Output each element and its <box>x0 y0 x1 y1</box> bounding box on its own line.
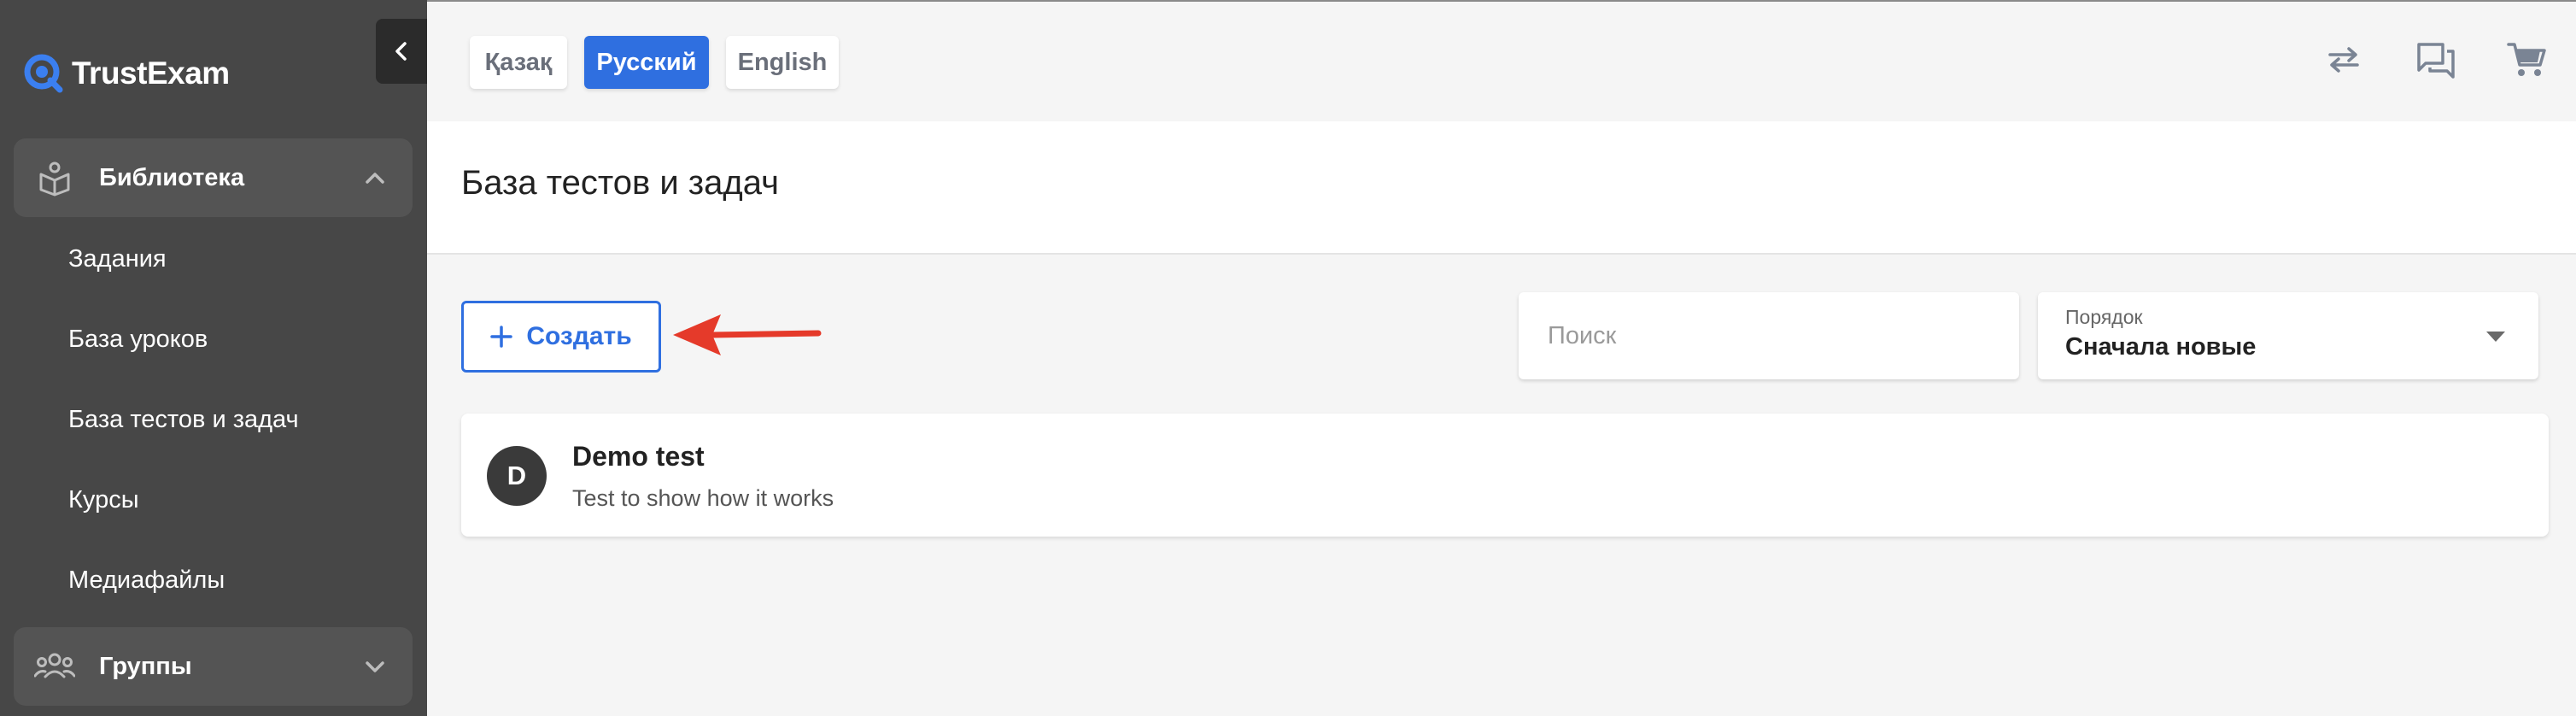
trustexam-logo-icon <box>24 54 63 93</box>
groups-icon <box>34 646 75 687</box>
logo[interactable]: TrustExam <box>24 50 230 97</box>
plus-icon <box>490 326 513 348</box>
logo-text: TrustExam <box>72 56 230 91</box>
cart-icon[interactable] <box>2501 34 2552 85</box>
language-english-button[interactable]: English <box>726 36 839 89</box>
create-button[interactable]: Создать <box>461 301 661 373</box>
sidebar-collapse-button[interactable] <box>376 19 427 84</box>
library-icon <box>34 157 75 198</box>
order-select-value: Сначала новые <box>2065 333 2257 361</box>
list-item[interactable]: D Demo test Test to show how it works <box>461 414 2549 537</box>
sidebar-item-tasks[interactable]: Задания <box>68 242 167 276</box>
sidebar-item-lessons[interactable]: База уроков <box>68 322 208 356</box>
swap-icon[interactable] <box>2318 34 2369 85</box>
search-input[interactable] <box>1519 292 2019 379</box>
sidebar-group-label: Библиотека <box>99 163 245 191</box>
order-select-label: Порядок <box>2065 306 2143 328</box>
dropdown-caret-icon <box>2484 325 2508 349</box>
avatar: D <box>487 446 547 506</box>
page-header: База тестов и задач <box>427 121 2576 255</box>
language-russian-button[interactable]: Русский <box>584 36 709 89</box>
order-select[interactable]: Порядок Сначала новые <box>2038 292 2538 379</box>
page-title: База тестов и задач <box>461 164 779 202</box>
sidebar-group-library[interactable]: Библиотека <box>14 138 413 217</box>
chevron-up-icon <box>358 161 392 195</box>
sidebar-item-courses[interactable]: Курсы <box>68 483 139 517</box>
language-kazakh-button[interactable]: Қазақ <box>470 36 567 89</box>
sidebar-group-label: Группы <box>99 652 192 680</box>
top-bar: Қазақ Русский English <box>427 0 2576 121</box>
chat-icon[interactable] <box>2410 34 2462 85</box>
chevron-left-icon <box>395 42 407 61</box>
annotation-arrow <box>673 314 822 355</box>
create-button-label: Создать <box>526 322 632 350</box>
sidebar-item-tests[interactable]: База тестов и задач <box>68 402 299 437</box>
sidebar: TrustExam Библиотека Задания База уроков… <box>0 0 427 716</box>
test-title: Demo test <box>572 441 705 472</box>
sidebar-group-groups[interactable]: Группы <box>14 627 413 706</box>
test-description: Test to show how it works <box>572 485 834 511</box>
search-field[interactable] <box>1519 292 2019 379</box>
chevron-down-icon <box>358 649 392 684</box>
sidebar-item-media[interactable]: Медиафайлы <box>68 563 225 597</box>
